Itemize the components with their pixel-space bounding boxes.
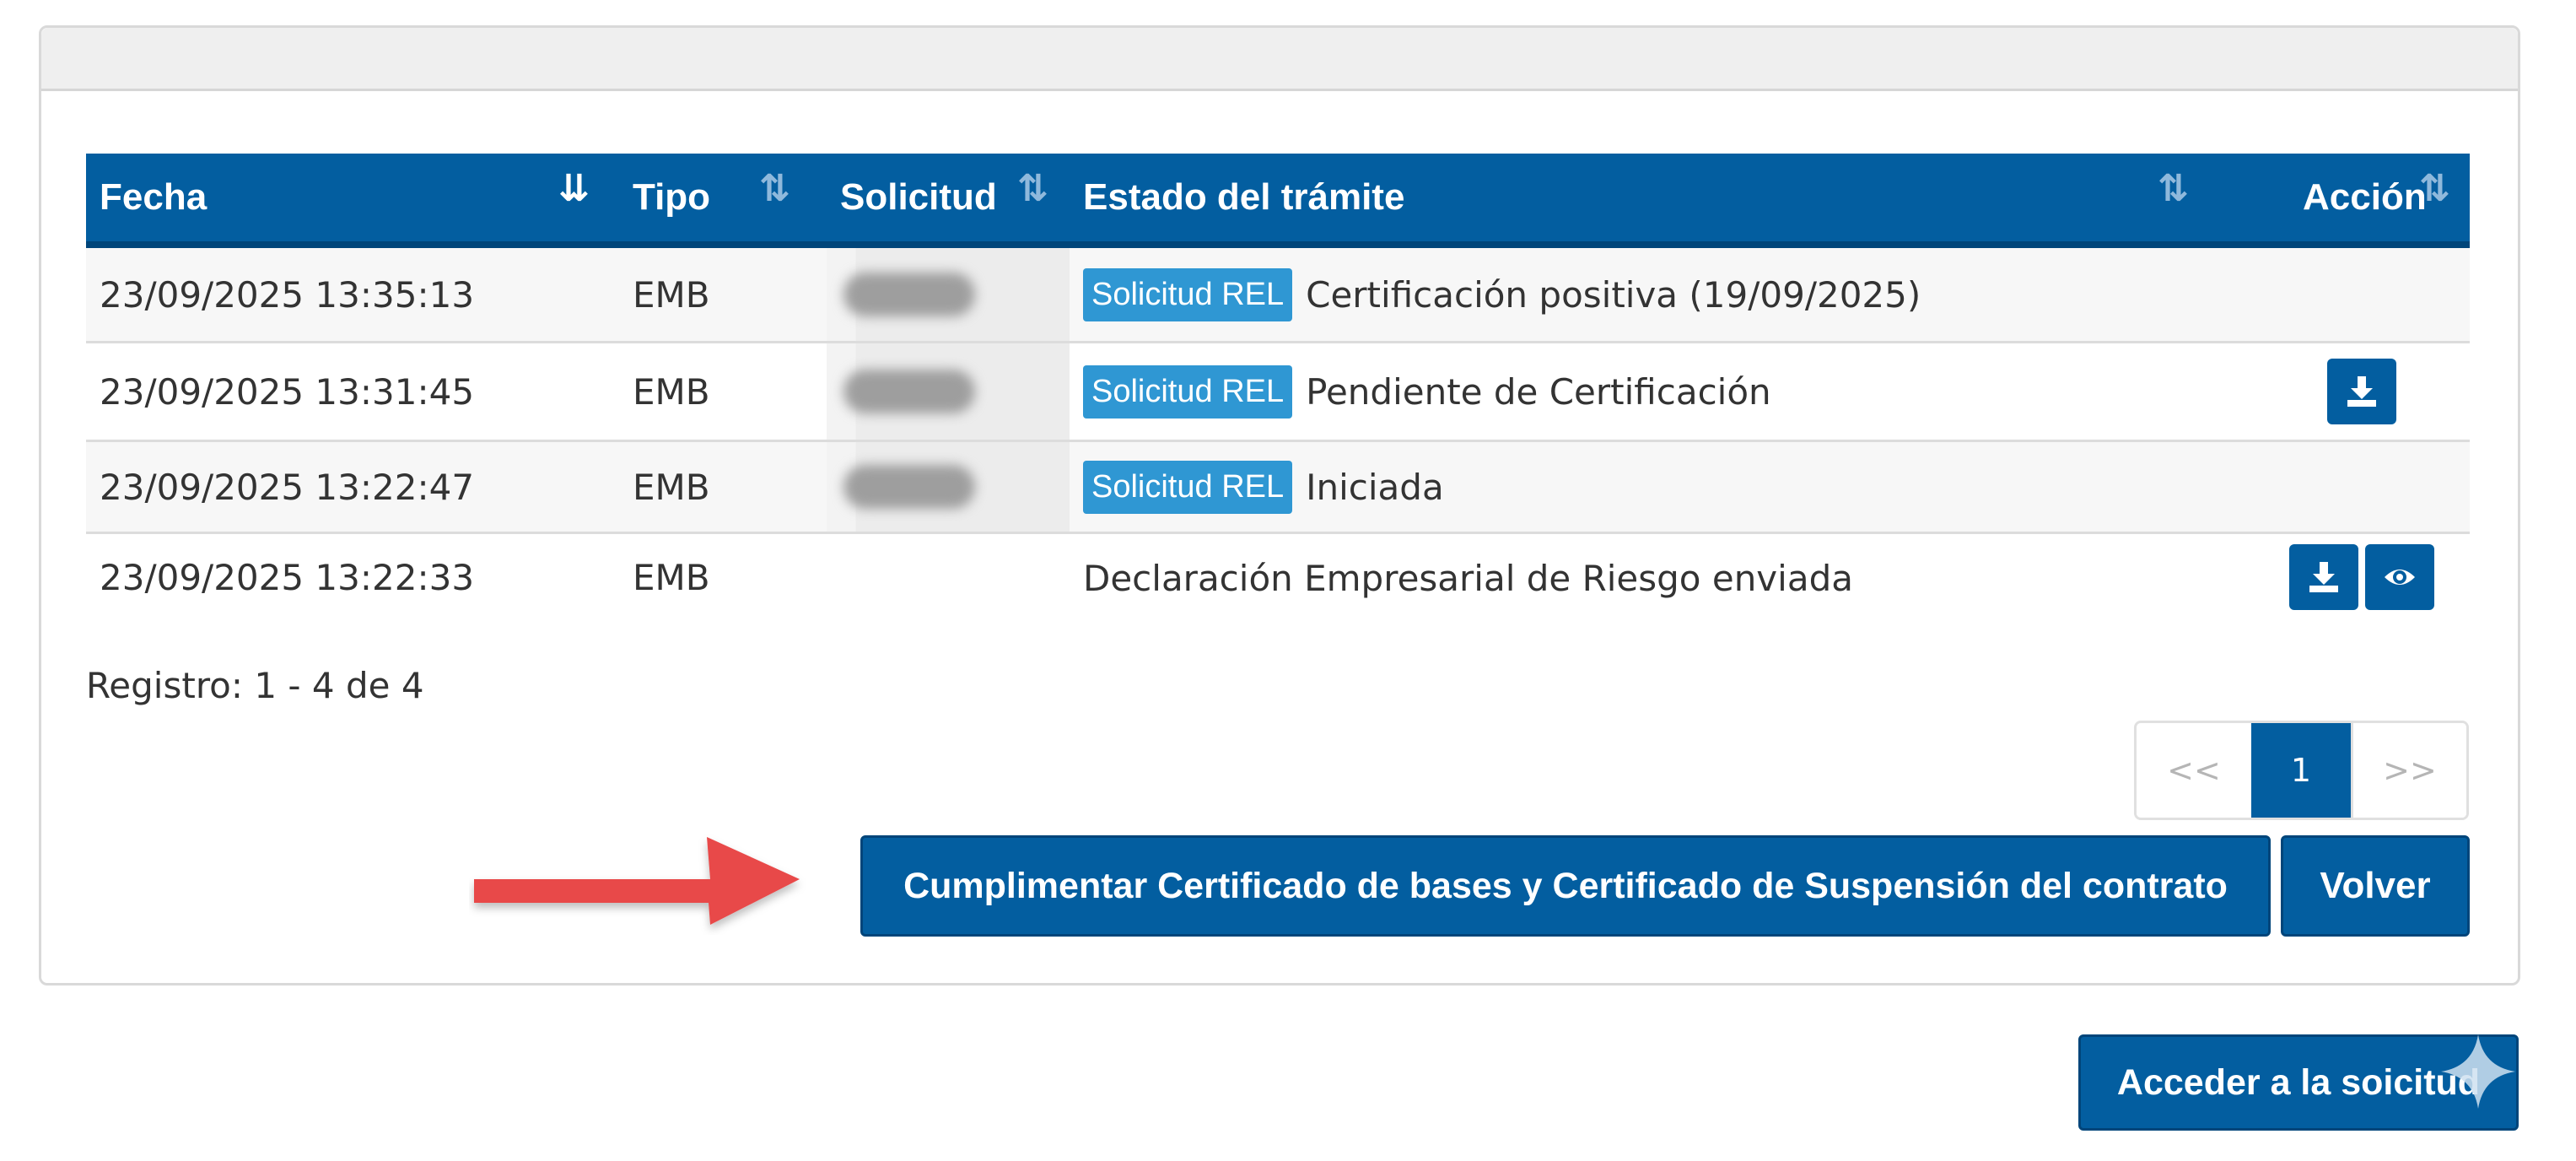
column-header-tipo[interactable]: Tipo ⇅ — [619, 154, 827, 248]
sort-icon[interactable]: ⇅ — [2158, 167, 2189, 210]
download-button[interactable] — [2327, 359, 2396, 424]
column-header-fecha[interactable]: Fecha ⇊ — [86, 154, 619, 248]
cell-tipo: EMB — [619, 532, 827, 620]
cell-fecha: 23/09/2025 13:31:45 — [86, 341, 619, 441]
solicitud-rel-badge[interactable]: Solicitud REL — [1083, 460, 1293, 514]
table-row[interactable]: 23/09/2025 13:22:47 EMB Solicitud REL Ini… — [86, 440, 2470, 533]
sort-icon[interactable]: ⇅ — [2419, 167, 2450, 210]
sort-icon[interactable]: ⇅ — [759, 167, 790, 210]
table-row[interactable]: 23/09/2025 13:35:13 EMB Solicitud REL Cer… — [86, 245, 2470, 343]
column-header-accion[interactable]: Acción ⇅ — [2254, 154, 2470, 248]
panel-header — [41, 28, 2518, 91]
estado-text: Declaración Empresarial de Riesgo enviad… — [1083, 558, 1853, 599]
download-icon — [2309, 562, 2338, 592]
column-header-label: Acción — [2303, 176, 2427, 218]
solicitud-rel-badge[interactable]: Solicitud REL — [1083, 364, 1293, 418]
cell-solicitud-redacted — [827, 245, 1070, 343]
registro-count: Registro: 1 - 4 de 4 — [86, 665, 424, 706]
cell-solicitud — [827, 532, 1070, 620]
column-header-estado[interactable]: Estado del trámite ⇅ — [1070, 154, 2254, 248]
cell-estado: Solicitud REL Pendiente de Certificación — [1070, 341, 2254, 441]
cell-fecha: 23/09/2025 13:22:47 — [86, 440, 619, 533]
redacted-blur — [843, 465, 975, 509]
pagination-next-button[interactable]: >> — [2351, 723, 2466, 818]
cell-accion — [2254, 245, 2470, 343]
redacted-blur — [843, 370, 975, 413]
cell-fecha: 23/09/2025 13:22:33 — [86, 532, 619, 620]
solicitudes-table: Fecha ⇊ Tipo ⇅ Solicitud ⇅ Estado del tr… — [86, 154, 2470, 620]
column-header-label: Fecha — [100, 176, 207, 218]
cell-estado: Declaración Empresarial de Riesgo enviad… — [1070, 532, 2254, 620]
pagination-page-1[interactable]: 1 — [2251, 723, 2351, 818]
sort-desc-icon[interactable]: ⇊ — [558, 167, 590, 210]
cell-tipo: EMB — [619, 341, 827, 441]
estado-text: Certificación positiva (19/09/2025) — [1306, 273, 1921, 316]
cell-estado: Solicitud REL Certificación positiva (19/… — [1070, 245, 2254, 343]
sort-icon[interactable]: ⇅ — [1017, 167, 1048, 210]
download-icon — [2347, 376, 2376, 407]
cell-solicitud-redacted — [827, 440, 1070, 533]
cell-estado: Solicitud REL Iniciada — [1070, 440, 2254, 533]
cell-solicitud-redacted — [827, 341, 1070, 441]
volver-button[interactable]: Volver — [2281, 835, 2470, 937]
cell-fecha: 23/09/2025 13:35:13 — [86, 245, 619, 343]
table-row[interactable]: 23/09/2025 13:31:45 EMB Solicitud REL Pen… — [86, 341, 2470, 441]
cell-accion — [2254, 532, 2470, 620]
redacted-blur — [843, 273, 975, 316]
table-row[interactable]: 23/09/2025 13:22:33 EMB Declaración Empr… — [86, 532, 2470, 620]
cell-accion — [2254, 440, 2470, 533]
solicitud-rel-badge[interactable]: Solicitud REL — [1083, 267, 1293, 321]
pagination: << 1 >> — [2134, 721, 2469, 820]
column-header-label: Solicitud — [840, 176, 997, 218]
view-button[interactable] — [2365, 544, 2434, 610]
sparkle-icon — [2441, 1034, 2515, 1109]
column-header-solicitud[interactable]: Solicitud ⇅ — [827, 154, 1070, 248]
eye-icon — [2385, 570, 2415, 585]
cell-tipo: EMB — [619, 440, 827, 533]
column-header-label: Estado del trámite — [1083, 176, 1405, 218]
cell-accion — [2254, 341, 2470, 441]
pagination-prev-button[interactable]: << — [2137, 723, 2251, 818]
estado-text: Pendiente de Certificación — [1306, 370, 1771, 413]
table-header-row: Fecha ⇊ Tipo ⇅ Solicitud ⇅ Estado del tr… — [86, 154, 2470, 248]
cell-tipo: EMB — [619, 245, 827, 343]
red-arrow-annotation — [474, 837, 800, 925]
column-header-label: Tipo — [633, 176, 711, 218]
download-button[interactable] — [2289, 544, 2358, 610]
estado-text: Iniciada — [1306, 466, 1444, 508]
cumplimentar-certificado-button[interactable]: Cumplimentar Certificado de bases y Cert… — [860, 835, 2271, 937]
